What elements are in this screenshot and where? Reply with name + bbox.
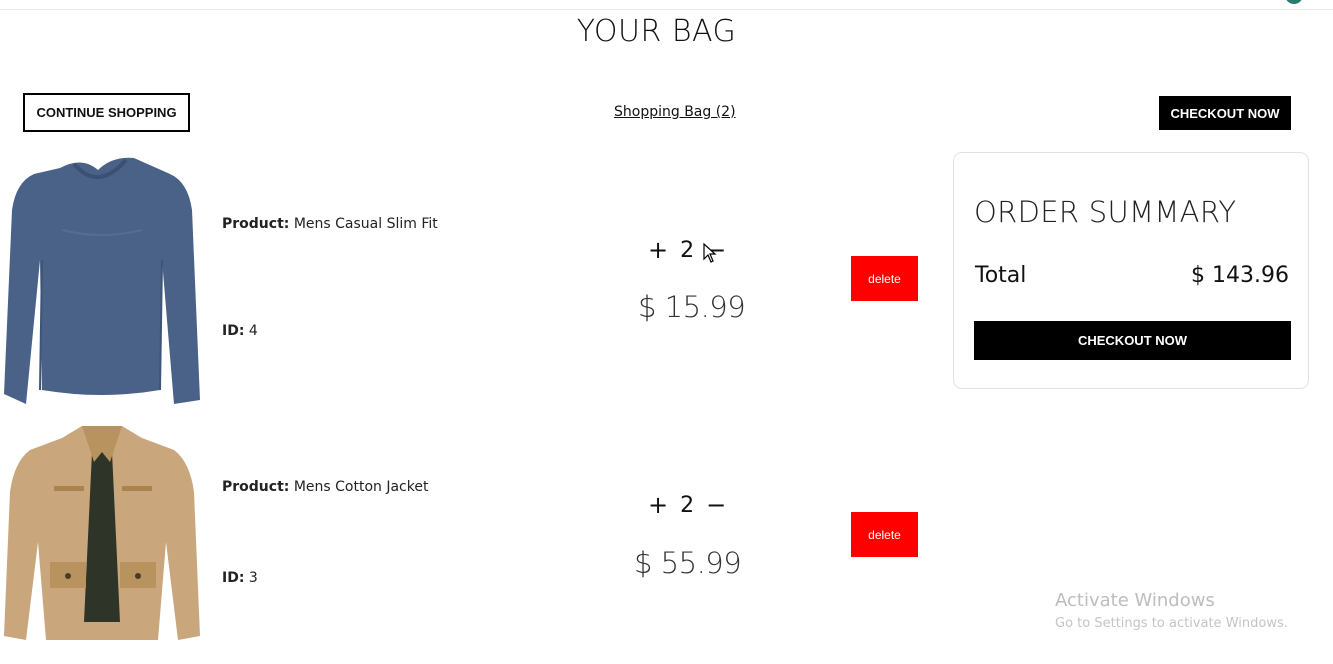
jacket-icon: [4, 426, 200, 640]
product-id-line: ID: 3: [222, 570, 258, 586]
product-line: Product: Mens Cotton Jacket: [222, 479, 428, 495]
product-id-line: ID: 4: [222, 323, 258, 339]
total-value: $ 143.96: [1191, 263, 1289, 288]
product-name: Mens Cotton Jacket: [293, 479, 429, 495]
delete-button[interactable]: delete: [851, 256, 918, 301]
id-value: 4: [248, 323, 258, 339]
order-summary-title: ORDER SUMMARY: [974, 195, 1237, 229]
product-image-shirt: [2, 150, 202, 408]
product-image-jacket: [2, 422, 202, 644]
id-label: ID:: [222, 323, 245, 339]
quantity-value: 2: [680, 237, 695, 263]
mouse-cursor-icon: [703, 242, 717, 267]
product-line: Product: Mens Casual Slim Fit: [222, 216, 438, 232]
quantity-stepper: + 2 −: [648, 491, 726, 519]
increase-button[interactable]: +: [648, 236, 668, 264]
shopping-bag-link[interactable]: Shopping Bag (2): [614, 104, 736, 120]
id-label: ID:: [222, 570, 245, 586]
total-label: Total: [975, 263, 1027, 288]
windows-watermark-subtitle: Go to Settings to activate Windows.: [1055, 616, 1288, 631]
item-price: $ 55.99: [634, 546, 742, 580]
page-title: YOUR BAG: [576, 14, 737, 49]
increase-button[interactable]: +: [648, 491, 668, 519]
top-divider: [0, 9, 1333, 10]
product-label: Product:: [222, 216, 290, 232]
checkout-now-button[interactable]: CHECKOUT NOW: [974, 321, 1291, 360]
id-value: 3: [248, 570, 258, 586]
item-price: $ 15.99: [638, 290, 746, 324]
product-label: Product:: [222, 479, 290, 495]
windows-watermark-title: Activate Windows: [1055, 590, 1215, 611]
top-indicator: [1285, 0, 1303, 4]
shirt-icon: [4, 157, 200, 404]
continue-shopping-button[interactable]: CONTINUE SHOPPING: [23, 93, 190, 132]
product-name: Mens Casual Slim Fit: [293, 216, 438, 232]
decrease-button[interactable]: −: [706, 491, 726, 519]
delete-button[interactable]: delete: [851, 512, 918, 557]
quantity-value: 2: [680, 492, 695, 518]
checkout-now-button-top[interactable]: CHECKOUT NOW: [1159, 96, 1291, 130]
order-summary-panel: ORDER SUMMARY Total $ 143.96 CHECKOUT NO…: [953, 152, 1309, 389]
